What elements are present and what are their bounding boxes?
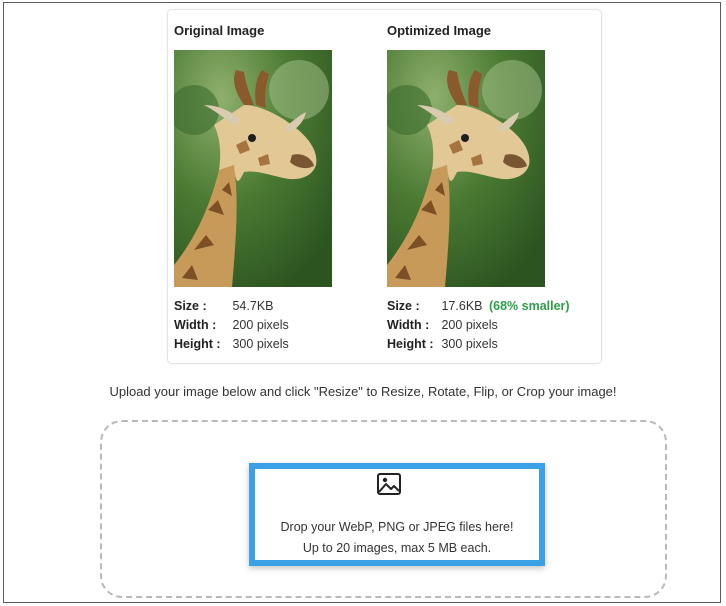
height-label: Height : xyxy=(174,337,221,351)
original-image-title: Original Image xyxy=(174,23,265,38)
optimized-size-row: Size : 17.6KB (68% smaller) xyxy=(387,297,617,316)
size-value: 54.7KB xyxy=(232,299,274,313)
width-label: Width : xyxy=(174,318,217,332)
original-giraffe-image xyxy=(174,50,332,287)
width-value: 200 pixels xyxy=(232,318,289,332)
dropzone-text: Drop your WebP, PNG or JPEG files here! … xyxy=(255,517,539,559)
original-width-row: Width : 200 pixels xyxy=(174,316,404,335)
dropzone-line-2: Up to 20 images, max 5 MB each. xyxy=(302,541,492,555)
optimized-giraffe-image xyxy=(387,50,545,287)
dropzone-line-1: Drop your WebP, PNG or JPEG files here! xyxy=(280,520,514,534)
size-value: 17.6KB xyxy=(441,299,483,313)
optimized-height-row: Height : 300 pixels xyxy=(387,335,617,354)
optimized-width-row: Width : 200 pixels xyxy=(387,316,617,335)
original-size-row: Size : 54.7KB xyxy=(174,297,404,316)
height-value: 300 pixels xyxy=(232,337,289,351)
height-value: 300 pixels xyxy=(441,337,498,351)
savings-badge: (68% smaller) xyxy=(488,299,570,313)
original-height-row: Height : 300 pixels xyxy=(174,335,404,354)
optimized-stats: Size : 17.6KB (68% smaller) Width : 200 … xyxy=(387,297,617,354)
width-label: Width : xyxy=(387,318,430,332)
comparison-card: Original Image Size: 54.7KB Width: 200… xyxy=(167,9,602,364)
dropzone-target[interactable]: Drop your WebP, PNG or JPEG files here! … xyxy=(249,463,545,566)
size-label: Size : xyxy=(387,299,420,313)
upload-instructions: Upload your image below and click "Resiz… xyxy=(109,384,617,399)
width-value: 200 pixels xyxy=(441,318,498,332)
size-label: Size : xyxy=(174,299,207,313)
original-stats: Size : 54.7KB Width : 200 pixels Height … xyxy=(174,297,404,354)
image-icon xyxy=(376,471,402,497)
optimized-image-title: Optimized Image xyxy=(387,23,492,38)
height-label: Height : xyxy=(387,337,434,351)
